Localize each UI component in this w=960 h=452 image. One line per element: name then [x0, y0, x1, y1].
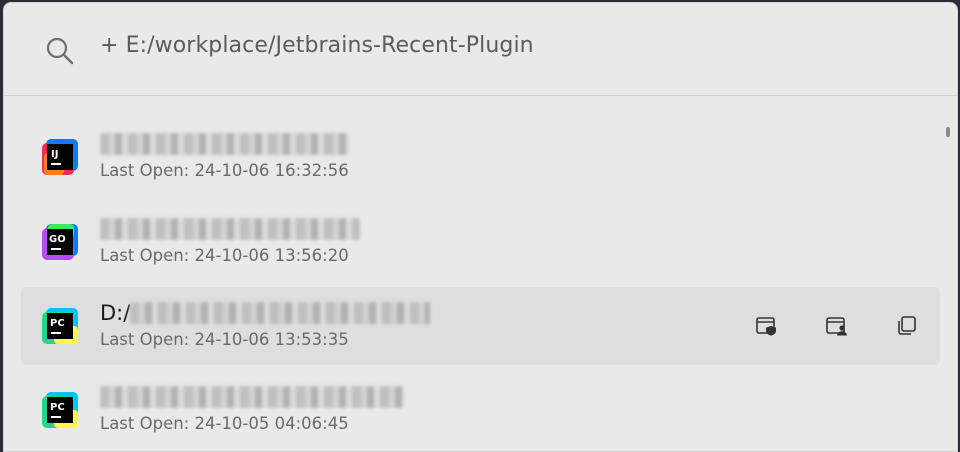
search-bar[interactable]: + E:/workplace/Jetbrains-Recent-Plugin — [4, 3, 957, 96]
search-input[interactable]: + E:/workplace/Jetbrains-Recent-Plugin — [100, 33, 534, 58]
open-as-user-icon[interactable] — [824, 313, 850, 339]
last-open-time: Last Open: 24-10-06 13:53:35 — [100, 330, 349, 349]
goland-icon: GO — [42, 224, 78, 260]
redacted-path — [100, 218, 360, 240]
project-path — [100, 383, 405, 411]
redacted-path — [100, 386, 405, 408]
last-open-time: Last Open: 24-10-05 04:06:45 — [100, 414, 349, 433]
redacted-path — [130, 302, 431, 324]
project-path: D:/ — [100, 299, 431, 327]
pycharm-icon: PC — [42, 308, 78, 344]
pycharm-icon: PC — [42, 392, 78, 428]
project-path — [100, 215, 360, 243]
list-item[interactable]: PC Last Open: 24-10-05 04:06:45 — [21, 371, 940, 449]
redacted-path — [100, 133, 350, 155]
list-item[interactable]: IJ Last Open: 24-10-06 16:32:56 — [21, 118, 940, 196]
last-open-time: Last Open: 24-10-06 13:56:20 — [100, 246, 349, 265]
list-item[interactable]: GO Last Open: 24-10-06 13:56:20 — [21, 203, 940, 281]
scrollbar-thumb[interactable] — [946, 127, 950, 137]
project-path — [100, 130, 350, 158]
ide-abbrev: IJ — [51, 149, 58, 160]
ide-abbrev: PC — [50, 318, 65, 329]
launcher-window: + E:/workplace/Jetbrains-Recent-Plugin I… — [3, 2, 958, 452]
row-actions — [754, 313, 920, 339]
open-in-admin-icon[interactable] — [754, 313, 780, 339]
ide-abbrev: GO — [49, 234, 66, 245]
list-item-selected[interactable]: PC D:/ Last Open: 24-10-06 13:53:35 — [21, 287, 940, 365]
ide-abbrev: PC — [50, 402, 65, 413]
last-open-time: Last Open: 24-10-06 16:32:56 — [100, 161, 349, 180]
copy-path-icon[interactable] — [894, 313, 920, 339]
search-icon — [46, 37, 74, 65]
intellij-idea-icon: IJ — [42, 139, 78, 175]
